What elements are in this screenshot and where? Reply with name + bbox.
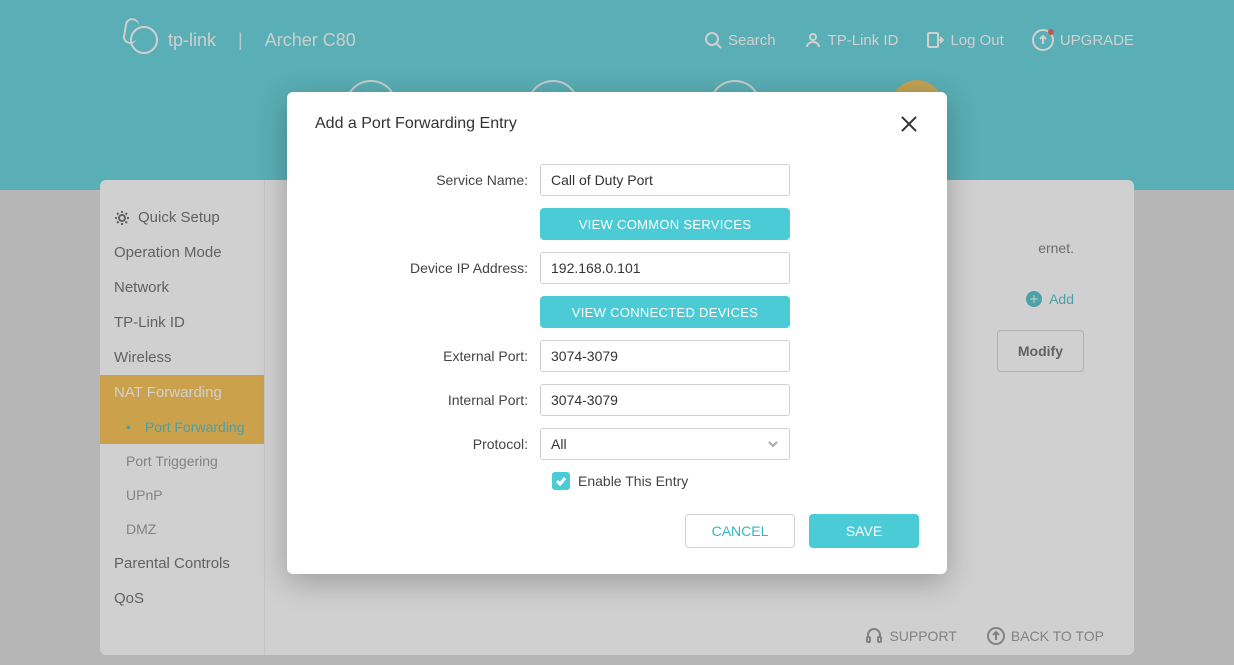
cancel-button[interactable]: CANCEL xyxy=(685,514,795,548)
external-port-label: External Port: xyxy=(315,348,540,364)
close-button[interactable] xyxy=(899,114,919,134)
device-ip-input[interactable] xyxy=(540,252,790,284)
view-connected-devices-button[interactable]: VIEW CONNECTED DEVICES xyxy=(540,296,790,328)
enable-entry-label: Enable This Entry xyxy=(578,473,688,489)
view-common-services-button[interactable]: VIEW COMMON SERVICES xyxy=(540,208,790,240)
device-ip-label: Device IP Address: xyxy=(315,260,540,276)
chevron-down-icon xyxy=(767,438,779,450)
enable-entry-checkbox[interactable] xyxy=(552,472,570,490)
protocol-value: All xyxy=(551,436,567,452)
internal-port-input[interactable] xyxy=(540,384,790,416)
external-port-input[interactable] xyxy=(540,340,790,372)
button-label: VIEW CONNECTED DEVICES xyxy=(572,305,758,320)
service-name-input[interactable] xyxy=(540,164,790,196)
button-label: CANCEL xyxy=(712,523,769,539)
service-name-label: Service Name: xyxy=(315,172,540,188)
save-button[interactable]: SAVE xyxy=(809,514,919,548)
modal-title: Add a Port Forwarding Entry xyxy=(315,115,517,133)
port-forwarding-modal: Add a Port Forwarding Entry Service Name… xyxy=(287,92,947,574)
internal-port-label: Internal Port: xyxy=(315,392,540,408)
modal-overlay: Add a Port Forwarding Entry Service Name… xyxy=(0,0,1234,665)
button-label: SAVE xyxy=(846,523,882,539)
check-icon xyxy=(555,475,567,487)
button-label: VIEW COMMON SERVICES xyxy=(579,217,752,232)
protocol-label: Protocol: xyxy=(315,436,540,452)
protocol-select[interactable]: All xyxy=(540,428,790,460)
